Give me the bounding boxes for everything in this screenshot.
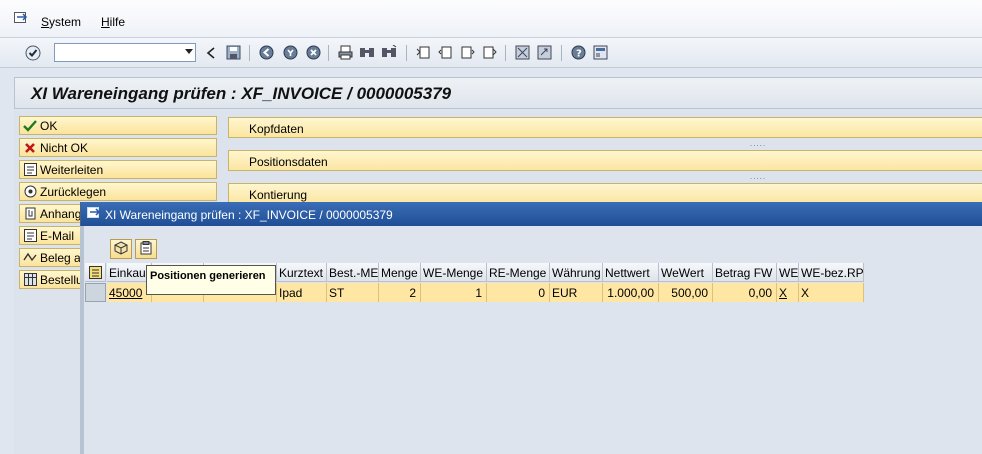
customize-layout-icon[interactable]	[592, 44, 609, 61]
exit-icon[interactable]	[282, 44, 299, 61]
table-cell: 0,00	[713, 283, 777, 302]
zuruecklegen-button[interactable]: Zurücklegen	[19, 182, 217, 201]
toolbar-separator	[328, 45, 329, 61]
column-header[interactable]: Währung	[550, 263, 603, 282]
select-all-icon[interactable]	[85, 263, 106, 282]
table-cell: 1	[421, 283, 487, 302]
toolbar-separator	[249, 45, 250, 61]
table-cell: EUR	[550, 283, 603, 302]
weiterleiten-label: Weiterleiten	[40, 162, 104, 177]
clipboard-icon	[139, 240, 153, 258]
clipboard-button[interactable]	[135, 239, 157, 259]
nicht-ok-button[interactable]: Nicht OK	[19, 138, 217, 157]
column-header[interactable]: Nettwert	[603, 263, 659, 282]
save-icon[interactable]	[225, 44, 242, 61]
find-next-icon[interactable]	[380, 44, 397, 61]
column-header[interactable]: WE-Menge	[421, 263, 487, 282]
kontierung-label: Kontierung	[249, 188, 308, 202]
row-selector[interactable]	[85, 283, 106, 302]
column-header[interactable]: WE	[777, 263, 799, 282]
positionsdaten-label: Positionsdaten	[249, 155, 328, 169]
svg-text:?: ?	[576, 49, 582, 60]
title-bar: XI Wareneingang prüfen : XF_INVOICE / 00…	[14, 77, 982, 109]
beleg-label: Beleg a	[40, 250, 81, 265]
table-cell: ST	[327, 283, 379, 302]
table-cell: 500,00	[659, 283, 713, 302]
column-header[interactable]: Menge	[379, 263, 421, 282]
toolbar-separator	[561, 45, 562, 61]
command-field[interactable]	[54, 43, 196, 62]
kopfdaten-label: Kopfdaten	[249, 122, 304, 136]
cancel-icon[interactable]	[305, 44, 322, 61]
email-label: E-Mail	[40, 228, 75, 243]
grid-icon	[23, 273, 37, 287]
first-page-icon[interactable]	[415, 44, 432, 61]
dialog-window: XI Wareneingang prüfen : XF_INVOICE / 00…	[80, 202, 982, 454]
bestellung-label: Bestellu	[40, 272, 83, 287]
dialog-left-shade	[80, 226, 84, 454]
last-page-icon[interactable]	[481, 44, 498, 61]
generate-items-button[interactable]	[110, 239, 132, 259]
splitter-handle[interactable]: .....	[750, 172, 766, 181]
column-header[interactable]: WE-bez.RP	[799, 263, 864, 282]
ok-button[interactable]: OK	[19, 116, 217, 135]
attachment-icon	[23, 207, 37, 221]
page-title: XI Wareneingang prüfen : XF_INVOICE / 00…	[31, 84, 452, 103]
window-icon	[87, 207, 101, 222]
table-cell-checkbox[interactable]: X	[777, 283, 799, 302]
print-icon[interactable]	[337, 44, 354, 61]
enter-icon[interactable]	[24, 44, 41, 61]
cross-icon	[23, 141, 37, 155]
back-arrow-icon[interactable]	[202, 44, 219, 61]
toolbar-separator	[505, 45, 506, 61]
column-header[interactable]: Betrag FW	[713, 263, 777, 282]
menu-hilfe[interactable]: Hilfe	[101, 15, 125, 29]
back-icon[interactable]	[258, 44, 275, 61]
column-header[interactable]: WeWert	[659, 263, 713, 282]
table-cell: Ipad	[277, 283, 327, 302]
panel-kopfdaten[interactable]: Kopfdaten	[228, 117, 982, 138]
dialog-title: XI Wareneingang prüfen : XF_INVOICE / 00…	[105, 208, 393, 222]
check-icon	[23, 119, 37, 133]
cube-icon	[114, 240, 128, 258]
toolbar: ?	[0, 38, 982, 68]
panel-kontierung[interactable]: Kontierung	[228, 183, 982, 204]
putback-icon	[23, 185, 37, 199]
tooltip: Positionen generieren	[146, 265, 276, 295]
help-icon[interactable]: ?	[570, 44, 587, 61]
column-header[interactable]: RE-Menge	[487, 263, 550, 282]
column-header[interactable]: Best.-ME	[327, 263, 379, 282]
chevron-down-icon[interactable]	[185, 49, 193, 54]
email-icon	[23, 229, 37, 243]
table-cell: 0	[487, 283, 550, 302]
new-session-icon[interactable]	[514, 44, 531, 61]
anhang-label: Anhang	[40, 206, 82, 221]
table-cell: 2	[379, 283, 421, 302]
column-header[interactable]: Kurztext	[277, 263, 327, 282]
dialog-body	[81, 226, 982, 454]
ok-label: OK	[40, 118, 58, 133]
next-page-icon[interactable]	[459, 44, 476, 61]
splitter-handle[interactable]: .....	[750, 139, 766, 148]
dialog-title-bar[interactable]: XI Wareneingang prüfen : XF_INVOICE / 00…	[81, 202, 982, 226]
find-icon[interactable]	[358, 44, 375, 61]
shortcut-icon[interactable]	[536, 44, 553, 61]
toolbar-separator	[406, 45, 407, 61]
forward-icon	[23, 163, 37, 177]
nicht-ok-label: Nicht OK	[40, 140, 89, 155]
weiterleiten-button[interactable]: Weiterleiten	[19, 160, 217, 179]
previous-page-icon[interactable]	[437, 44, 454, 61]
menu-icon[interactable]	[14, 12, 28, 24]
menu-bar: System Hilfe	[0, 0, 982, 38]
document-icon	[23, 251, 37, 265]
menu-system[interactable]: System	[41, 15, 81, 29]
table-cell: 1.000,00	[603, 283, 659, 302]
table-cell: X	[799, 283, 864, 302]
panel-positionsdaten[interactable]: Positionsdaten	[228, 150, 982, 171]
zuruecklegen-label: Zurücklegen	[40, 184, 107, 199]
